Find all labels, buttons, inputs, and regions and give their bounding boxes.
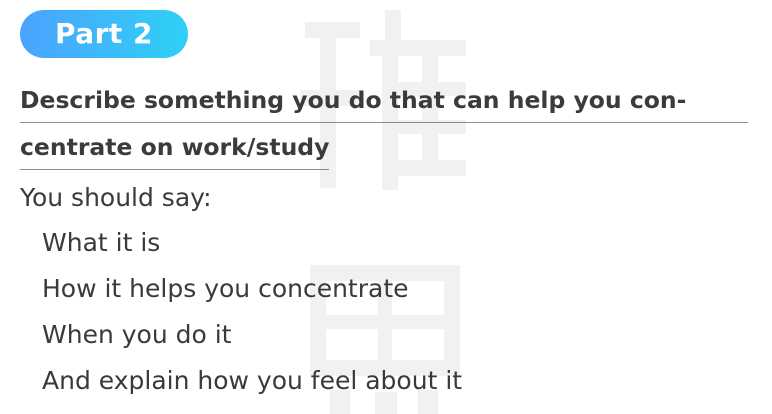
prompt-item: How it helps you concentrate	[42, 274, 409, 303]
topic-line-1: Describe something you do that can help …	[20, 78, 748, 123]
topic-heading: Describe something you do that can help …	[20, 78, 752, 170]
prompt-item: When you do it	[42, 320, 232, 349]
prompt-list: What it is How it helps you concentrate …	[42, 221, 462, 405]
prompt-intro: You should say:	[20, 183, 212, 212]
ielts-part2-card: Part 2 Describe something you do that ca…	[0, 0, 772, 414]
prompt-item: What it is	[42, 228, 161, 257]
topic-line-2: centrate on work/study	[20, 125, 330, 170]
part-badge: Part 2	[20, 10, 188, 58]
prompt-item: And explain how you feel about it	[42, 366, 463, 395]
